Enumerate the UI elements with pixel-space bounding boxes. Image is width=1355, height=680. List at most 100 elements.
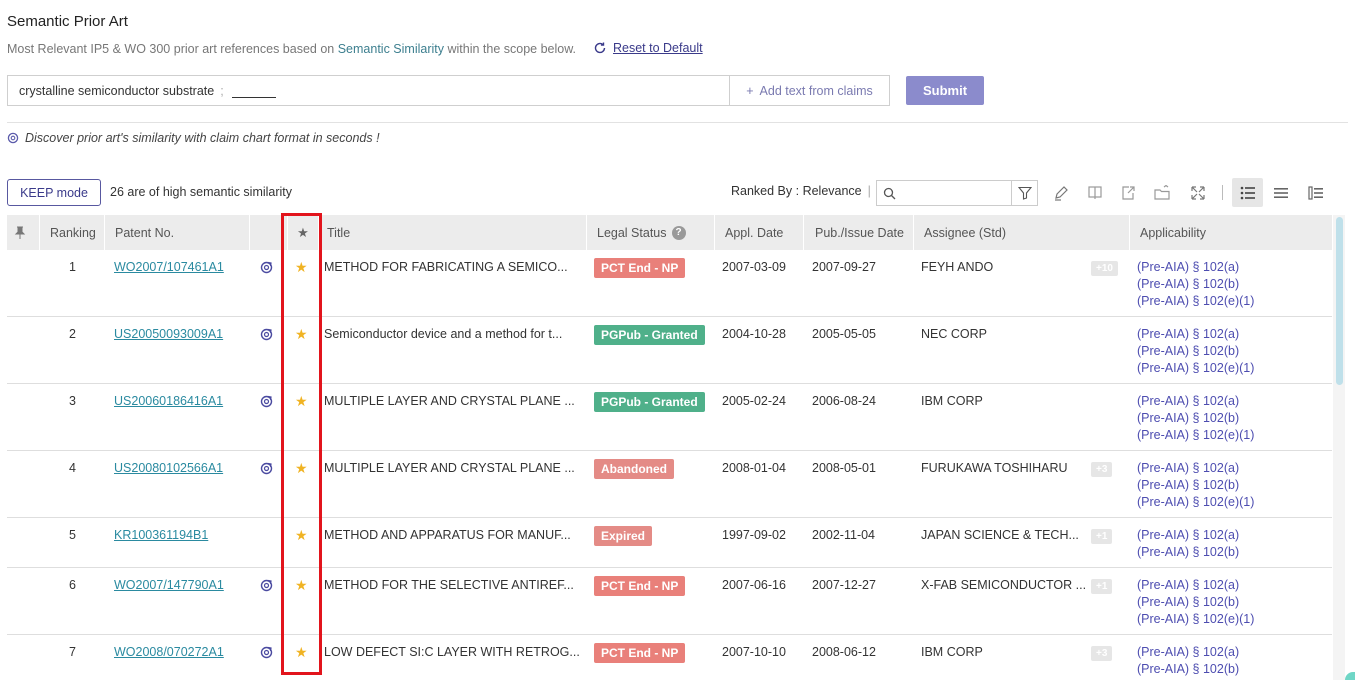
applicability-item[interactable]: (Pre-AIA) § 102(b) (1137, 544, 1239, 561)
table-row[interactable]: 5 KR100361194B1 ★ METHOD AND APPARATUS FOR … (7, 518, 1332, 568)
patent-number-link[interactable]: WO2007/147790A1 (114, 578, 224, 592)
query-blank-input[interactable] (231, 84, 276, 98)
applicability-item[interactable]: (Pre-AIA) § 102(a) (1137, 259, 1254, 276)
patent-title[interactable]: METHOD FOR FABRICATING A SEMICO... (324, 260, 568, 274)
applicability-item[interactable]: (Pre-AIA) § 102(e)(1) (1137, 494, 1254, 511)
star-icon[interactable]: ★ (295, 644, 308, 661)
star-icon[interactable]: ★ (295, 259, 308, 276)
applicability-item[interactable]: (Pre-AIA) § 102(b) (1137, 477, 1254, 494)
applicability-item[interactable]: (Pre-AIA) § 102(a) (1137, 460, 1254, 477)
semantic-similarity-icon[interactable] (260, 462, 273, 478)
applicability-item[interactable]: (Pre-AIA) § 102(b) (1137, 343, 1254, 360)
reset-label[interactable]: Reset to Default (613, 41, 703, 55)
patent-number-link[interactable]: US20050093009A1 (114, 327, 223, 341)
semantic-similarity-icon[interactable] (260, 646, 273, 662)
high-similarity-count: 26 are of high semantic similarity (110, 185, 293, 199)
table-view-button[interactable] (1272, 184, 1290, 202)
applicability-item[interactable]: (Pre-AIA) § 102(b) (1137, 276, 1254, 293)
star-icon[interactable]: ★ (295, 393, 308, 410)
applicability-item[interactable]: (Pre-AIA) § 102(a) (1137, 393, 1254, 410)
applicability-item[interactable]: (Pre-AIA) § 102(e)(1) (1137, 293, 1254, 310)
patent-title[interactable]: METHOD AND APPARATUS FOR MANUF... (324, 528, 571, 542)
table-row[interactable]: 6 WO2007/147790A1 ★ METHOD FOR THE SELECTIV… (7, 568, 1332, 635)
search-query-text[interactable]: crystalline semiconductor substrate (19, 84, 214, 98)
applicability-item[interactable]: (Pre-AIA) § 102(a) (1137, 326, 1254, 343)
ranked-by-label[interactable]: Ranked By : Relevance (731, 184, 862, 198)
keep-mode-button[interactable]: KEEP mode (7, 179, 101, 206)
scrollbar-thumb[interactable] (1336, 217, 1343, 385)
applicability-item[interactable]: (Pre-AIA) § 102(a) (1137, 644, 1239, 661)
save-to-folder-button[interactable] (1153, 184, 1171, 202)
patent-number-link[interactable]: KR100361194B1 (114, 528, 208, 542)
semantic-similarity-icon[interactable] (260, 579, 273, 595)
applicability-item[interactable]: (Pre-AIA) § 102(e)(1) (1137, 360, 1254, 377)
table-row[interactable]: 7 WO2008/070272A1 ★ LOW DEFECT SI:C LAYER W… (7, 635, 1332, 680)
fullscreen-button[interactable] (1189, 184, 1207, 202)
reset-to-default[interactable]: Reset to Default (593, 41, 703, 55)
pin-column-header[interactable] (14, 215, 26, 250)
semantic-similarity-icon[interactable] (260, 261, 273, 277)
applicability-item[interactable]: (Pre-AIA) § 102(e)(1) (1137, 427, 1254, 444)
patent-number-link[interactable]: WO2008/070272A1 (114, 645, 224, 659)
patent-number-link[interactable]: US20060186416A1 (114, 394, 223, 408)
star-icon[interactable]: ★ (295, 326, 308, 343)
applicability-item[interactable]: (Pre-AIA) § 102(a) (1137, 527, 1239, 544)
submit-button[interactable]: Submit (906, 76, 984, 105)
more-assignees-badge[interactable]: +3 (1091, 462, 1113, 477)
title-header[interactable]: Title (318, 215, 586, 250)
applicability-item[interactable]: (Pre-AIA) § 102(b) (1137, 661, 1239, 678)
patent-title[interactable]: METHOD FOR THE SELECTIVE ANTIREF... (324, 578, 574, 592)
table-row[interactable]: 1 WO2007/107461A1 ★ METHOD FOR FABRICATING … (7, 250, 1332, 317)
star-column-header[interactable]: ★ (287, 215, 318, 250)
subtitle-prefix: Most Relevant IP5 & WO 300 prior art ref… (7, 42, 338, 56)
filter-button[interactable] (1012, 180, 1038, 206)
highlight-tool-button[interactable] (1052, 184, 1070, 202)
row-rank: 7 (69, 645, 76, 659)
assignee-name: FEYH ANDO (921, 260, 994, 274)
list-view-button[interactable] (1232, 178, 1263, 207)
filter-search-input[interactable] (876, 180, 1012, 206)
table-row[interactable]: 4 US20080102566A1 ★ MULTIPLE LAYER AND CRYS… (7, 451, 1332, 518)
applicability-item[interactable]: (Pre-AIA) § 102(b) (1137, 410, 1254, 427)
detail-view-button[interactable] (1307, 184, 1325, 202)
export-icon (1122, 186, 1135, 200)
more-assignees-badge[interactable]: +1 (1091, 579, 1113, 594)
patent-title[interactable]: MULTIPLE LAYER AND CRYSTAL PLANE ... (324, 461, 575, 475)
appl-date: 2007-03-09 (722, 260, 786, 274)
legal-status-header-label: Legal Status (597, 225, 667, 240)
applicability-item[interactable]: (Pre-AIA) § 102(a) (1137, 577, 1254, 594)
star-icon[interactable]: ★ (295, 460, 308, 477)
patent-title[interactable]: Semiconductor device and a method for t.… (324, 327, 562, 341)
patent-title[interactable]: LOW DEFECT SI:C LAYER WITH RETROG... (324, 645, 580, 659)
semantic-search-input[interactable]: crystalline semiconductor substrate ; (7, 75, 729, 106)
star-icon[interactable]: ★ (295, 577, 308, 594)
compare-button[interactable] (1086, 184, 1104, 202)
patent-number-link[interactable]: WO2007/107461A1 (114, 260, 224, 274)
more-assignees-badge[interactable]: +3 (1091, 646, 1113, 661)
assignee-name: FURUKAWA TOSHIHARU (921, 461, 1068, 475)
add-text-from-claims-button[interactable]: + Add text from claims (729, 75, 890, 106)
assignee-header[interactable]: Assignee (Std) (913, 215, 1129, 250)
ranked-by-selector[interactable]: Ranked By : Relevance | (731, 184, 871, 198)
applicability-header[interactable]: Applicability (1129, 215, 1332, 250)
applicability-item[interactable]: (Pre-AIA) § 102(e)(1) (1137, 611, 1254, 628)
applicability-item[interactable]: (Pre-AIA) § 102(b) (1137, 594, 1254, 611)
ranking-header[interactable]: Ranking (39, 215, 104, 250)
semantic-similarity-icon[interactable] (260, 395, 273, 411)
discover-banner[interactable]: Discover prior art's similarity with cla… (7, 131, 380, 145)
legal-status-header[interactable]: Legal Status? (586, 215, 714, 250)
export-button[interactable] (1119, 184, 1137, 202)
semantic-similarity-link[interactable]: Semantic Similarity (338, 42, 444, 56)
patent-number-link[interactable]: US20080102566A1 (114, 461, 223, 475)
patent-title[interactable]: MULTIPLE LAYER AND CRYSTAL PLANE ... (324, 394, 575, 408)
pub-date-header[interactable]: Pub./Issue Date (803, 215, 913, 250)
patent-no-header[interactable]: Patent No. (104, 215, 249, 250)
appl-date-header[interactable]: Appl. Date (714, 215, 803, 250)
table-row[interactable]: 3 US20060186416A1 ★ MULTIPLE LAYER AND CRYS… (7, 384, 1332, 451)
table-row[interactable]: 2 US20050093009A1 ★ Semiconductor device an… (7, 317, 1332, 384)
star-icon[interactable]: ★ (295, 527, 308, 544)
more-assignees-badge[interactable]: +1 (1091, 529, 1113, 544)
help-icon[interactable]: ? (671, 225, 686, 240)
more-assignees-badge[interactable]: +10 (1091, 261, 1118, 276)
semantic-similarity-icon[interactable] (260, 328, 273, 344)
